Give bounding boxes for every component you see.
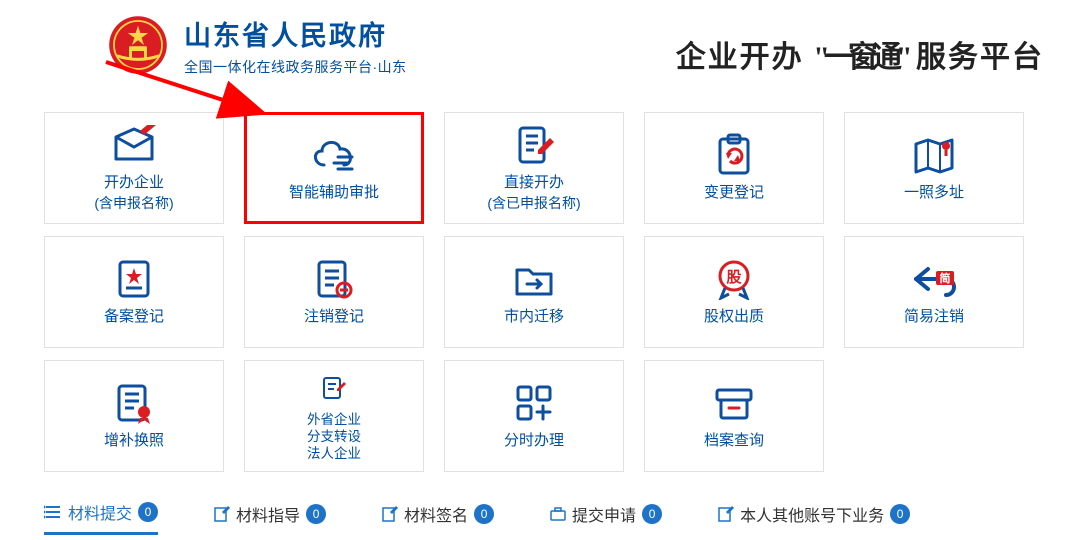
- tab-label: 本人其他账号下业务: [740, 502, 884, 526]
- tile-smart-approval[interactable]: 智能辅助审批: [244, 112, 424, 224]
- tab-count-badge: 0: [138, 502, 158, 522]
- tile-label: 简易注销: [904, 307, 964, 327]
- tile-label: 智能辅助审批: [289, 183, 379, 203]
- edit-icon: [718, 506, 734, 522]
- archive-icon: [713, 381, 755, 425]
- tile-simple-cancel[interactable]: 简 简易注销: [844, 236, 1024, 348]
- tab-count-badge: 0: [306, 504, 326, 524]
- document-edit-icon: [514, 123, 554, 167]
- tile-cancel-register[interactable]: 注销登记: [244, 236, 424, 348]
- tile-label: 注销登记: [304, 307, 364, 327]
- edit-icon: [214, 506, 230, 522]
- tile-label: 变更登记: [704, 183, 764, 203]
- status-tabs: 材料提交 0 材料指导 0 材料签名 0 提交申请 0 本人其他账号下业务 0: [44, 500, 1080, 535]
- tile-city-transfer[interactable]: 市内迁移: [444, 236, 624, 348]
- tile-record-register[interactable]: 备案登记: [44, 236, 224, 348]
- tile-one-license[interactable]: 一照多址: [844, 112, 1024, 224]
- back-simple-icon: 简: [910, 257, 958, 301]
- tile-label: 一照多址: [904, 183, 964, 203]
- tile-label: 备案登记: [104, 307, 164, 327]
- briefcase-icon: [550, 507, 566, 521]
- tab-count-badge: 0: [474, 504, 494, 524]
- tile-replace-license[interactable]: 增补换照: [44, 360, 224, 472]
- tile-change-register[interactable]: 变更登记: [644, 112, 824, 224]
- tab-label: 提交申请: [572, 502, 636, 526]
- document-badge-icon: [114, 381, 154, 425]
- tile-label: 档案查询: [704, 431, 764, 451]
- clipboard-refresh-icon: [714, 133, 754, 177]
- tab-count-badge: 0: [642, 504, 662, 524]
- national-emblem-icon: [108, 15, 168, 75]
- list-icon: [44, 504, 62, 520]
- folder-arrow-icon: [513, 257, 555, 301]
- header-main-title: 山东省人民政府: [184, 14, 407, 53]
- tab-material-sign[interactable]: 材料签名 0: [382, 502, 494, 534]
- svg-text:简: 简: [940, 271, 951, 285]
- tab-label: 材料指导: [236, 502, 300, 526]
- tile-branch-convert[interactable]: 外省企业 分支转设 法人企业: [244, 360, 424, 472]
- tab-other-accounts[interactable]: 本人其他账号下业务 0: [718, 502, 910, 534]
- grid-plus-icon: [514, 381, 554, 425]
- tile-label: 市内迁移: [504, 307, 564, 327]
- document-star-icon: [115, 257, 153, 301]
- tile-label: 直接开办: [504, 173, 564, 193]
- tab-label: 材料签名: [404, 502, 468, 526]
- blank-tile: [844, 360, 1024, 472]
- document-small-edit-icon: [321, 369, 347, 406]
- tile-label: 分时办理: [504, 431, 564, 451]
- envelope-edit-icon: [112, 123, 156, 167]
- header: 山东省人民政府 全国一体化在线政务服务平台·山东 企业开办 "一窗通" 服务平台: [0, 0, 1080, 80]
- map-pin-icon: [912, 133, 956, 177]
- tile-direct-open[interactable]: 直接开办 (含已申报名称): [444, 112, 624, 224]
- tab-submit-apply[interactable]: 提交申请 0: [550, 502, 662, 534]
- tile-equity-pledge[interactable]: 股 股权出质: [644, 236, 824, 348]
- document-remove-icon: [314, 257, 354, 301]
- svg-text:股: 股: [726, 269, 742, 286]
- tile-open-enterprise[interactable]: 开办企业 (含申报名称): [44, 112, 224, 224]
- tab-material-submit[interactable]: 材料提交 0: [44, 500, 158, 535]
- tab-material-guide[interactable]: 材料指导 0: [214, 502, 326, 534]
- tab-count-badge: 0: [890, 504, 910, 524]
- equity-seal-icon: 股: [713, 257, 755, 301]
- platform-name: 企业开办 "一窗通" 服务平台: [676, 32, 1044, 76]
- tile-timeshare[interactable]: 分时办理: [444, 360, 624, 472]
- edit-icon: [382, 506, 398, 522]
- tile-archive-query[interactable]: 档案查询: [644, 360, 824, 472]
- service-grid: 开办企业 (含申报名称) 智能辅助审批 直接开办 (含已申报名称): [0, 112, 1080, 472]
- tile-label: 外省企业 分支转设 法人企业: [307, 412, 361, 463]
- tile-label: 开办企业: [104, 173, 164, 193]
- tile-label: 股权出质: [704, 307, 764, 327]
- tile-label: 增补换照: [104, 431, 164, 451]
- header-sub-title: 全国一体化在线政务服务平台·山东: [184, 57, 407, 77]
- tile-sublabel: (含已申报名称): [487, 193, 580, 213]
- tab-label: 材料提交: [68, 500, 132, 524]
- tile-sublabel: (含申报名称): [94, 193, 173, 213]
- cloud-lines-icon: [308, 133, 360, 177]
